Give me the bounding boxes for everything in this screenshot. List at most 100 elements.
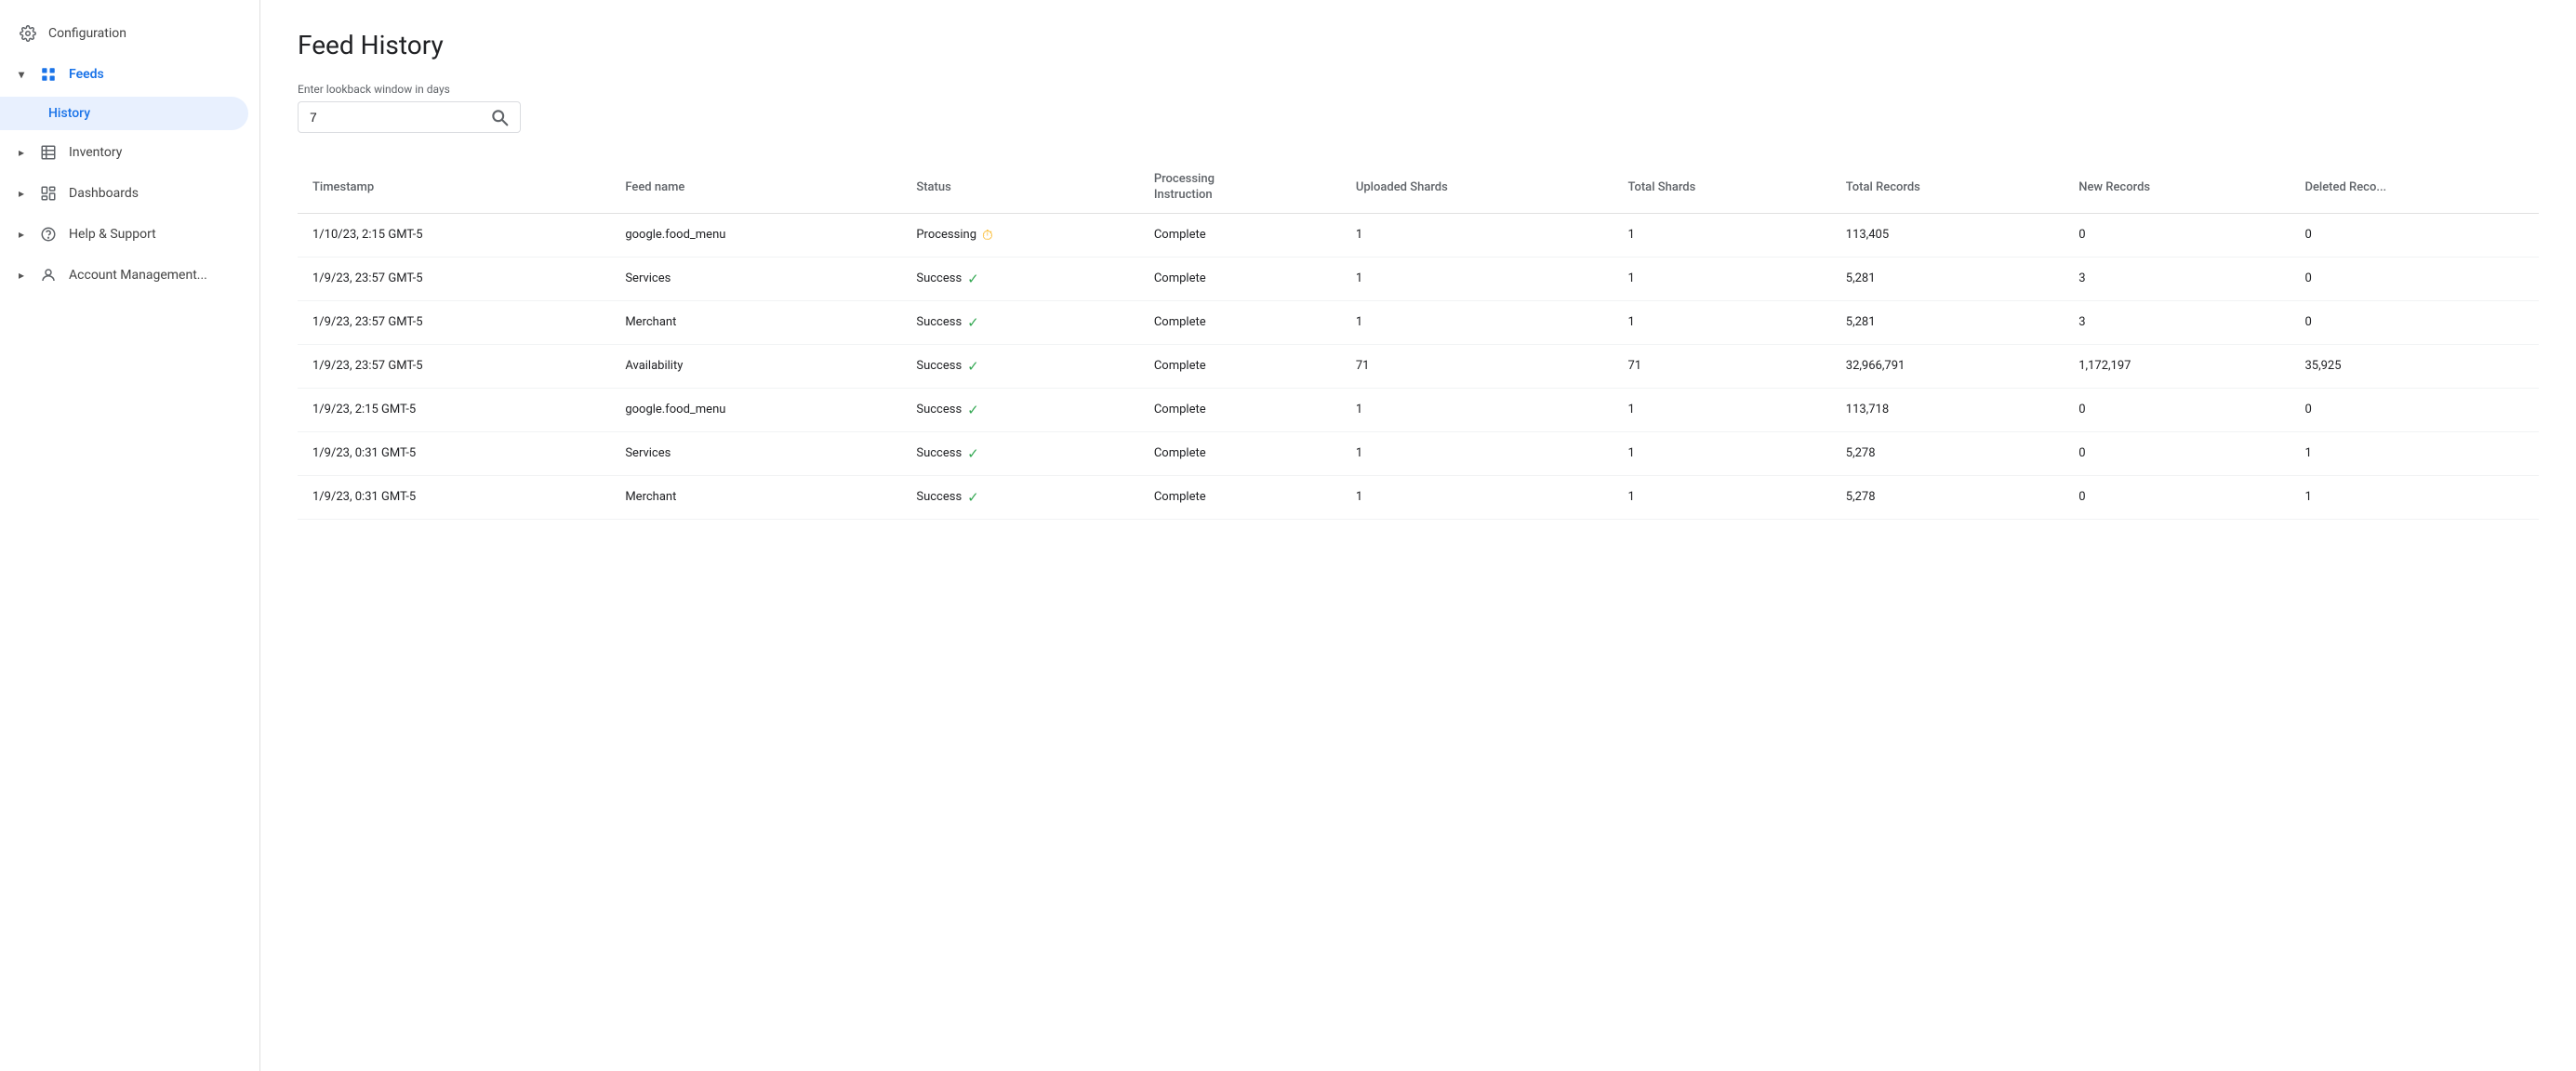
lookback-label: Enter lookback window in days [298,83,2539,96]
cell-total-shards: 1 [1613,300,1830,344]
cell-processing-instruction: Complete [1139,388,1341,431]
cell-deleted-records: 0 [2290,257,2539,300]
cell-timestamp: 1/9/23, 23:57 GMT-5 [298,257,610,300]
account-icon [39,266,58,284]
table-row: 1/9/23, 23:57 GMT-5 Merchant Success ✓ C… [298,300,2539,344]
check-icon: ✓ [967,445,979,462]
col-total-records: Total Records [1831,163,2064,213]
cell-feed-name: Merchant [610,300,901,344]
col-deleted-records: Deleted Reco... [2290,163,2539,213]
cell-timestamp: 1/9/23, 23:57 GMT-5 [298,300,610,344]
col-feed-name: Feed name [610,163,901,213]
cell-deleted-records: 1 [2290,475,2539,519]
check-icon: ✓ [967,489,979,506]
status-cell: Processing ⏱ [916,227,1123,244]
cell-uploaded-shards: 1 [1341,257,1613,300]
cell-timestamp: 1/9/23, 0:31 GMT-5 [298,475,610,519]
status-cell: Success ✓ [916,314,1123,331]
cell-total-shards: 1 [1613,431,1830,475]
cell-processing-instruction: Complete [1139,300,1341,344]
sidebar-item-dashboards[interactable]: ▸ Dashboards [0,175,248,212]
col-new-records: New Records [2064,163,2290,213]
cell-processing-instruction: Complete [1139,475,1341,519]
sidebar: Configuration ▾ Feeds History ▸ Invento [0,0,260,1071]
col-uploaded-shards: Uploaded Shards [1341,163,1613,213]
cell-status: Success ✓ [901,388,1138,431]
cell-total-shards: 1 [1613,388,1830,431]
sidebar-item-label: Help & Support [69,227,156,242]
help-icon [39,225,58,244]
sidebar-item-label: Configuration [48,26,126,41]
main-content: Feed History Enter lookback window in da… [260,0,2576,1071]
dashboards-arrow-icon: ▸ [19,187,24,200]
cell-new-records: 0 [2064,213,2290,257]
search-button[interactable] [490,108,509,126]
sidebar-item-label: Inventory [69,145,122,160]
cell-processing-instruction: Complete [1139,344,1341,388]
cell-new-records: 1,172,197 [2064,344,2290,388]
cell-uploaded-shards: 71 [1341,344,1613,388]
cell-feed-name: Services [610,257,901,300]
cell-deleted-records: 0 [2290,388,2539,431]
table-row: 1/9/23, 23:57 GMT-5 Services Success ✓ C… [298,257,2539,300]
cell-total-records: 5,281 [1831,300,2064,344]
cell-uploaded-shards: 1 [1341,388,1613,431]
cell-timestamp: 1/9/23, 23:57 GMT-5 [298,344,610,388]
table-icon [39,143,58,162]
sidebar-item-account[interactable]: ▸ Account Management... [0,257,248,294]
cell-uploaded-shards: 1 [1341,431,1613,475]
cell-deleted-records: 35,925 [2290,344,2539,388]
feed-history-table: Timestamp Feed name Status ProcessingIns… [298,163,2539,520]
sidebar-item-label: Account Management... [69,268,207,283]
status-cell: Success ✓ [916,271,1123,287]
sidebar-item-configuration[interactable]: Configuration [0,15,248,52]
sidebar-item-help[interactable]: ▸ Help & Support [0,216,248,253]
table-row: 1/9/23, 0:31 GMT-5 Services Success ✓ Co… [298,431,2539,475]
check-icon: ✓ [967,358,979,375]
sidebar-item-label: Feeds [69,67,104,82]
sidebar-item-inventory[interactable]: ▸ Inventory [0,134,248,171]
cell-deleted-records: 0 [2290,213,2539,257]
sidebar-item-history[interactable]: History [0,97,248,130]
cell-total-records: 5,278 [1831,431,2064,475]
gear-icon [19,24,37,43]
cell-deleted-records: 1 [2290,431,2539,475]
cell-total-shards: 1 [1613,213,1830,257]
cell-deleted-records: 0 [2290,300,2539,344]
cell-timestamp: 1/9/23, 0:31 GMT-5 [298,431,610,475]
dashboard-icon [39,184,58,203]
search-row [298,101,2539,133]
lookback-section: Enter lookback window in days [298,83,2539,133]
status-cell: Success ✓ [916,358,1123,375]
check-icon: ✓ [967,402,979,418]
status-cell: Success ✓ [916,445,1123,462]
cell-total-records: 5,281 [1831,257,2064,300]
col-processing: ProcessingInstruction [1139,163,1341,213]
status-cell: Success ✓ [916,402,1123,418]
cell-processing-instruction: Complete [1139,213,1341,257]
cell-new-records: 3 [2064,300,2290,344]
cell-uploaded-shards: 1 [1341,475,1613,519]
cell-uploaded-shards: 1 [1341,213,1613,257]
table-row: 1/9/23, 0:31 GMT-5 Merchant Success ✓ Co… [298,475,2539,519]
cell-status: Success ✓ [901,475,1138,519]
cell-status: Success ✓ [901,344,1138,388]
cell-status: Processing ⏱ [901,213,1138,257]
cell-feed-name: google.food_menu [610,213,901,257]
sidebar-item-feeds[interactable]: ▾ Feeds [0,56,248,93]
status-cell: Success ✓ [916,489,1123,506]
cell-processing-instruction: Complete [1139,431,1341,475]
table-row: 1/10/23, 2:15 GMT-5 google.food_menu Pro… [298,213,2539,257]
lookback-input[interactable] [310,110,490,125]
page-title: Feed History [298,30,2539,60]
cell-timestamp: 1/10/23, 2:15 GMT-5 [298,213,610,257]
cell-total-records: 113,718 [1831,388,2064,431]
cell-new-records: 3 [2064,257,2290,300]
cell-total-records: 32,966,791 [1831,344,2064,388]
sidebar-item-label: History [48,106,90,121]
cell-new-records: 0 [2064,431,2290,475]
table-row: 1/9/23, 23:57 GMT-5 Availability Success… [298,344,2539,388]
help-arrow-icon: ▸ [19,228,24,241]
grid-icon [39,65,58,84]
table-header-row: Timestamp Feed name Status ProcessingIns… [298,163,2539,213]
